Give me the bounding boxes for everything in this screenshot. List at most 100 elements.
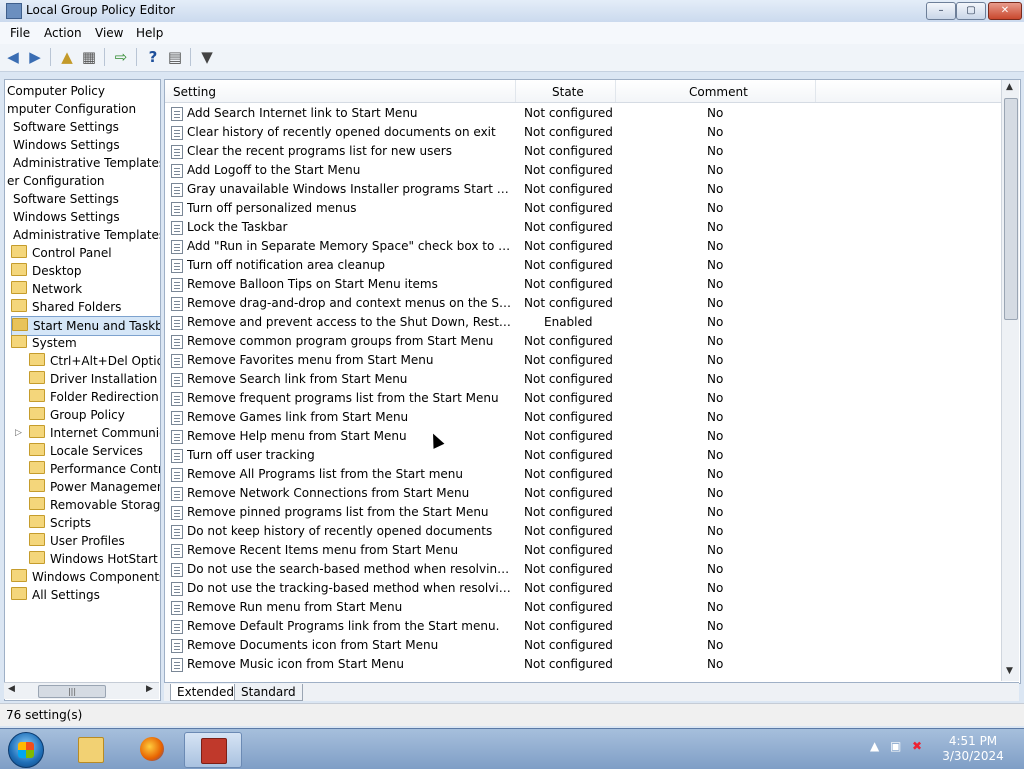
tree-item[interactable]: All Settings	[11, 586, 100, 604]
setting-row[interactable]: Remove Run menu from Start Menu Not confi…	[165, 598, 1004, 617]
setting-row[interactable]: Turn off notification area cleanup Not co…	[165, 256, 1004, 275]
scroll-thumb[interactable]: |||	[38, 685, 106, 698]
tree-item[interactable]: User Profiles	[29, 532, 125, 550]
setting-row[interactable]: Clear the recent programs list for new u…	[165, 142, 1004, 161]
setting-row[interactable]: Do not keep history of recently opened d…	[165, 522, 1004, 541]
tree-item[interactable]: ▷ Internet Communication	[15, 424, 160, 442]
tree-item[interactable]: System	[11, 334, 77, 352]
column-divider[interactable]	[515, 80, 516, 102]
setting-row[interactable]: Turn off user tracking Not configured No	[165, 446, 1004, 465]
tree-item[interactable]: Removable Storage Access	[29, 496, 160, 514]
tree-item[interactable]: Driver Installation	[29, 370, 157, 388]
setting-row[interactable]: Remove Balloon Tips on Start Menu items N…	[165, 275, 1004, 294]
setting-row[interactable]: Remove pinned programs list from the Sta…	[165, 503, 1004, 522]
tree-item[interactable]: Start Menu and Taskbar	[11, 316, 160, 336]
setting-row[interactable]: Remove Favorites menu from Start Menu Not…	[165, 351, 1004, 370]
tab-extended[interactable]: Extended	[170, 684, 241, 701]
back-arrow-icon[interactable]: ◀	[4, 48, 22, 66]
tree-item[interactable]: Network	[11, 280, 82, 298]
tree-horizontal-scrollbar[interactable]: ◀ ||| ▶	[4, 682, 159, 699]
gpedit-taskbar-button[interactable]	[184, 732, 242, 768]
tree-pane[interactable]: Computer Policy mputer Configuration Softw…	[4, 79, 161, 701]
setting-row[interactable]: Remove Default Programs link from the St…	[165, 617, 1004, 636]
setting-row[interactable]: Add "Run in Separate Memory Space" check…	[165, 237, 1004, 256]
minimize-button[interactable]: –	[926, 2, 956, 20]
tree-item[interactable]: Power Management	[29, 478, 160, 496]
tree-item[interactable]: Shared Folders	[11, 298, 121, 316]
menu-file[interactable]: File	[10, 26, 30, 40]
tree-item[interactable]: Software Settings	[13, 118, 119, 136]
scroll-up-icon[interactable]: ▲	[1006, 82, 1013, 92]
tree-item[interactable]: Windows Settings	[13, 208, 120, 226]
setting-row[interactable]: Remove Documents icon from Start Menu Not…	[165, 636, 1004, 655]
setting-row[interactable]: Remove Network Connections from Start Me…	[165, 484, 1004, 503]
expand-arrow-icon[interactable]: ▷	[15, 424, 22, 442]
setting-row[interactable]: Remove Music icon from Start Menu Not con…	[165, 655, 1004, 674]
scroll-left-icon[interactable]: ◀	[8, 684, 15, 694]
setting-row[interactable]: Add Search Internet link to Start Menu No…	[165, 104, 1004, 123]
tree-item[interactable]: Control Panel	[11, 244, 112, 262]
column-state[interactable]: State	[552, 85, 584, 99]
setting-row[interactable]: Remove common program groups from Start …	[165, 332, 1004, 351]
clock[interactable]: 4:51 PM 3/30/2024	[936, 734, 1010, 764]
filter-icon[interactable]: ▼	[198, 48, 216, 66]
title-bar[interactable]: Local Group Policy Editor – ▢ ✕	[0, 0, 1024, 22]
setting-row[interactable]: Gray unavailable Windows Installer progr…	[165, 180, 1004, 199]
setting-row[interactable]: Clear history of recently opened documen…	[165, 123, 1004, 142]
network-icon[interactable]: ▣	[890, 739, 901, 753]
explorer-taskbar-button[interactable]	[62, 732, 118, 766]
column-divider[interactable]	[815, 80, 816, 102]
setting-row[interactable]: Remove All Programs list from the Start …	[165, 465, 1004, 484]
tab-standard[interactable]: Standard	[234, 684, 303, 701]
tree-item[interactable]: Software Settings	[13, 190, 119, 208]
tree-item[interactable]: Group Policy	[29, 406, 125, 424]
setting-row[interactable]: Lock the Taskbar Not configured No	[165, 218, 1004, 237]
tree-item[interactable]: Administrative Templates	[13, 154, 160, 172]
tree-item[interactable]: Scripts	[29, 514, 91, 532]
setting-row[interactable]: Remove Recent Items menu from Start Menu…	[165, 541, 1004, 560]
show-hidden-icons[interactable]: ▲	[870, 739, 879, 753]
tree-item[interactable]: Computer Policy	[7, 82, 105, 100]
tree-item[interactable]: mputer Configuration	[7, 100, 136, 118]
setting-row[interactable]: Turn off personalized menus Not configure…	[165, 199, 1004, 218]
setting-row[interactable]: Remove drag-and-drop and context menus o…	[165, 294, 1004, 313]
menu-help[interactable]: Help	[136, 26, 163, 40]
setting-row[interactable]: Remove frequent programs list from the S…	[165, 389, 1004, 408]
tree-item[interactable]: Ctrl+Alt+Del Options	[29, 352, 160, 370]
setting-row[interactable]: Remove Search link from Start Menu Not co…	[165, 370, 1004, 389]
tree-item[interactable]: Administrative Templates	[13, 226, 160, 244]
tree-item[interactable]: Windows Settings	[13, 136, 120, 154]
close-button[interactable]: ✕	[988, 2, 1022, 20]
setting-row[interactable]: Do not use the search-based method when …	[165, 560, 1004, 579]
firefox-taskbar-button[interactable]	[124, 732, 180, 766]
scroll-right-icon[interactable]: ▶	[146, 684, 153, 694]
setting-row[interactable]: Add Logoff to the Start Menu Not configur…	[165, 161, 1004, 180]
forward-arrow-icon[interactable]: ▶	[26, 48, 44, 66]
column-comment[interactable]: Comment	[689, 85, 748, 99]
properties-icon[interactable]: ▤	[166, 48, 184, 66]
list-vertical-scrollbar[interactable]: ▲ ▼	[1001, 80, 1019, 681]
setting-row[interactable]: Remove Games link from Start Menu Not con…	[165, 408, 1004, 427]
volume-muted-icon[interactable]: ✖	[912, 739, 922, 753]
tree-item[interactable]: er Configuration	[7, 172, 105, 190]
tree-item[interactable]: Windows Components	[11, 568, 160, 586]
setting-row[interactable]: Do not use the tracking-based method whe…	[165, 579, 1004, 598]
up-folder-icon[interactable]: ▲	[58, 48, 76, 66]
tree-item[interactable]: Desktop	[11, 262, 82, 280]
column-divider[interactable]	[615, 80, 616, 102]
export-list-icon[interactable]: ⇨	[112, 48, 130, 66]
maximize-button[interactable]: ▢	[956, 2, 986, 20]
setting-row[interactable]: Remove Help menu from Start Menu Not conf…	[165, 427, 1004, 446]
menu-action[interactable]: Action	[44, 26, 82, 40]
tree-item[interactable]: Performance Control	[29, 460, 160, 478]
start-button[interactable]	[8, 732, 44, 768]
scroll-thumb[interactable]	[1004, 98, 1018, 320]
tree-item[interactable]: Locale Services	[29, 442, 143, 460]
menu-view[interactable]: View	[95, 26, 123, 40]
help-icon[interactable]: ?	[144, 48, 162, 66]
show-hide-tree-icon[interactable]: ▦	[80, 48, 98, 66]
scroll-down-icon[interactable]: ▼	[1006, 666, 1013, 676]
column-setting[interactable]: Setting	[173, 85, 216, 99]
setting-row[interactable]: Remove and prevent access to the Shut Do…	[165, 313, 1004, 332]
tree-item[interactable]: Folder Redirection	[29, 388, 159, 406]
